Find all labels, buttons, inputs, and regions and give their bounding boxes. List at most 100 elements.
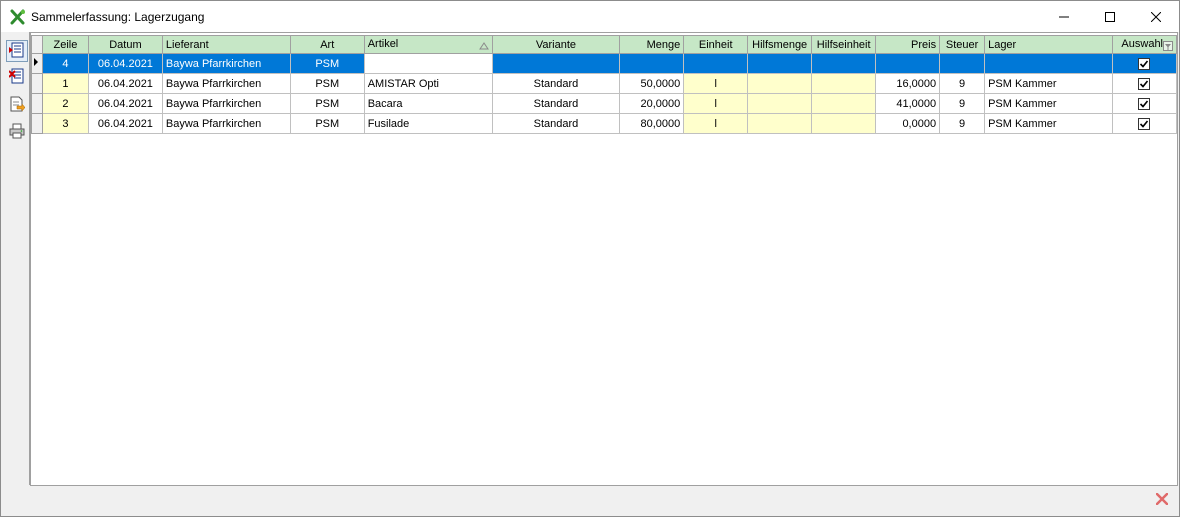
cell-lieferant[interactable]: Baywa Pfarrkirchen (161, 113, 291, 134)
cell-hilfsmenge[interactable] (747, 73, 813, 94)
column-header-zeile[interactable]: Zeile (41, 35, 89, 54)
row-indicator[interactable] (31, 93, 43, 114)
cell-menge[interactable]: 80,0000 (619, 113, 685, 134)
column-header-lager[interactable]: Lager (984, 35, 1113, 54)
cell-lager[interactable]: PSM Kammer (984, 73, 1113, 94)
title-bar: Sammelerfassung: Lagerzugang (1, 1, 1179, 32)
cell-preis[interactable]: 16,0000 (875, 73, 941, 94)
auswahl-checkbox[interactable] (1138, 57, 1151, 70)
column-header-menge[interactable]: Menge (619, 35, 685, 54)
cell-hilfsmenge[interactable] (747, 93, 813, 114)
cell-zeile[interactable]: 1 (41, 73, 89, 94)
table-row[interactable]: 4 06.04.2021 Baywa Pfarrkirchen PSM (31, 53, 1178, 74)
cell-hilfseinheit[interactable] (811, 73, 877, 94)
cell-lieferant[interactable]: Baywa Pfarrkirchen (161, 53, 291, 74)
cell-variante[interactable]: Standard (491, 93, 621, 114)
cell-menge[interactable]: 50,0000 (619, 73, 685, 94)
cell-menge[interactable] (619, 53, 685, 74)
column-header-lieferant[interactable]: Lieferant (161, 35, 291, 54)
cell-artikel[interactable]: Bacara (363, 93, 493, 114)
filter-icon[interactable] (1163, 41, 1173, 51)
cell-menge[interactable]: 20,0000 (619, 93, 685, 114)
cell-datum[interactable]: 06.04.2021 (87, 53, 163, 74)
cell-variante[interactable]: Standard (491, 113, 621, 134)
cell-artikel[interactable] (363, 53, 493, 74)
cell-zeile[interactable]: 4 (41, 53, 89, 74)
cell-art[interactable]: PSM (289, 93, 365, 114)
cell-auswahl[interactable] (1111, 53, 1178, 74)
cell-steuer[interactable]: 9 (939, 73, 986, 94)
cell-einheit[interactable]: l (683, 93, 749, 114)
cell-auswahl[interactable] (1111, 93, 1178, 114)
cell-artikel[interactable]: AMISTAR Opti (363, 73, 493, 94)
cell-preis[interactable]: 41,0000 (875, 93, 941, 114)
row-indicator-header (31, 35, 43, 54)
column-header-artikel[interactable]: Artikel (363, 35, 493, 54)
cell-lieferant[interactable]: Baywa Pfarrkirchen (161, 93, 291, 114)
cell-lager[interactable] (984, 53, 1113, 74)
minimize-button[interactable] (1041, 1, 1087, 32)
export-button[interactable] (6, 94, 28, 116)
cell-artikel[interactable]: Fusilade (363, 113, 493, 134)
cell-datum[interactable]: 06.04.2021 (87, 73, 163, 94)
column-header-datum[interactable]: Datum (87, 35, 163, 54)
cancel-button[interactable] (1152, 490, 1172, 510)
export-icon (9, 96, 26, 115)
row-indicator[interactable] (31, 113, 43, 134)
left-toolbar (2, 32, 30, 485)
column-header-preis[interactable]: Preis (875, 35, 941, 54)
column-header-variante[interactable]: Variante (491, 35, 621, 54)
cell-art[interactable]: PSM (289, 73, 365, 94)
sort-ascending-icon[interactable] (478, 41, 489, 51)
auswahl-checkbox[interactable] (1138, 77, 1151, 90)
table-row[interactable]: 1 06.04.2021 Baywa Pfarrkirchen PSM AMISTAR … (31, 73, 1178, 94)
cell-einheit[interactable]: l (683, 113, 749, 134)
row-indicator[interactable] (31, 53, 43, 74)
cell-variante[interactable] (491, 53, 621, 74)
cell-hilfseinheit[interactable] (811, 113, 877, 134)
cell-hilfsmenge[interactable] (747, 113, 813, 134)
print-button[interactable] (6, 121, 28, 143)
column-header-hilfsmenge[interactable]: Hilfsmenge (747, 35, 813, 54)
cell-auswahl[interactable] (1111, 73, 1178, 94)
column-header-hilfseinheit[interactable]: Hilfseinheit (811, 35, 877, 54)
maximize-button[interactable] (1087, 1, 1133, 32)
status-bar (2, 486, 1178, 516)
cell-steuer[interactable]: 9 (939, 93, 986, 114)
cell-steuer[interactable] (939, 53, 986, 74)
table-row[interactable]: 3 06.04.2021 Baywa Pfarrkirchen PSM Fusilade… (31, 113, 1178, 134)
row-indicator[interactable] (31, 73, 43, 94)
cell-einheit[interactable]: l (683, 73, 749, 94)
cell-hilfseinheit[interactable] (811, 93, 877, 114)
delete-record-icon (8, 68, 25, 87)
cell-variante[interactable]: Standard (491, 73, 621, 94)
auswahl-checkbox[interactable] (1138, 117, 1151, 130)
column-header-auswahl[interactable]: Auswahl (1111, 35, 1178, 54)
cell-datum[interactable]: 06.04.2021 (87, 93, 163, 114)
delete-record-button[interactable] (6, 66, 28, 88)
table-row[interactable]: 2 06.04.2021 Baywa Pfarrkirchen PSM Bacara St… (31, 93, 1178, 114)
cell-preis[interactable] (875, 53, 941, 74)
cell-auswahl[interactable] (1111, 113, 1178, 134)
cell-zeile[interactable]: 2 (41, 93, 89, 114)
column-header-steuer[interactable]: Steuer (939, 35, 986, 54)
header-row: Zeile Datum Lieferant Art Artikel Varian… (31, 35, 1178, 54)
cell-datum[interactable]: 06.04.2021 (87, 113, 163, 134)
cell-steuer[interactable]: 9 (939, 113, 986, 134)
cell-lager[interactable]: PSM Kammer (984, 113, 1113, 134)
cell-hilfsmenge[interactable] (747, 53, 813, 74)
auswahl-checkbox[interactable] (1138, 97, 1151, 110)
cell-einheit[interactable] (683, 53, 749, 74)
cell-zeile[interactable]: 3 (41, 113, 89, 134)
cell-art[interactable]: PSM (289, 113, 365, 134)
column-header-art[interactable]: Art (289, 35, 365, 54)
cell-art[interactable]: PSM (289, 53, 365, 74)
cell-lager[interactable]: PSM Kammer (984, 93, 1113, 114)
cell-hilfseinheit[interactable] (811, 53, 877, 74)
column-header-einheit[interactable]: Einheit (683, 35, 749, 54)
cell-lieferant[interactable]: Baywa Pfarrkirchen (161, 73, 291, 94)
cell-preis[interactable]: 0,0000 (875, 113, 941, 134)
close-window-button[interactable] (1133, 1, 1179, 32)
data-grid: Zeile Datum Lieferant Art Artikel Varian… (30, 32, 1178, 486)
new-record-button[interactable] (6, 40, 28, 62)
